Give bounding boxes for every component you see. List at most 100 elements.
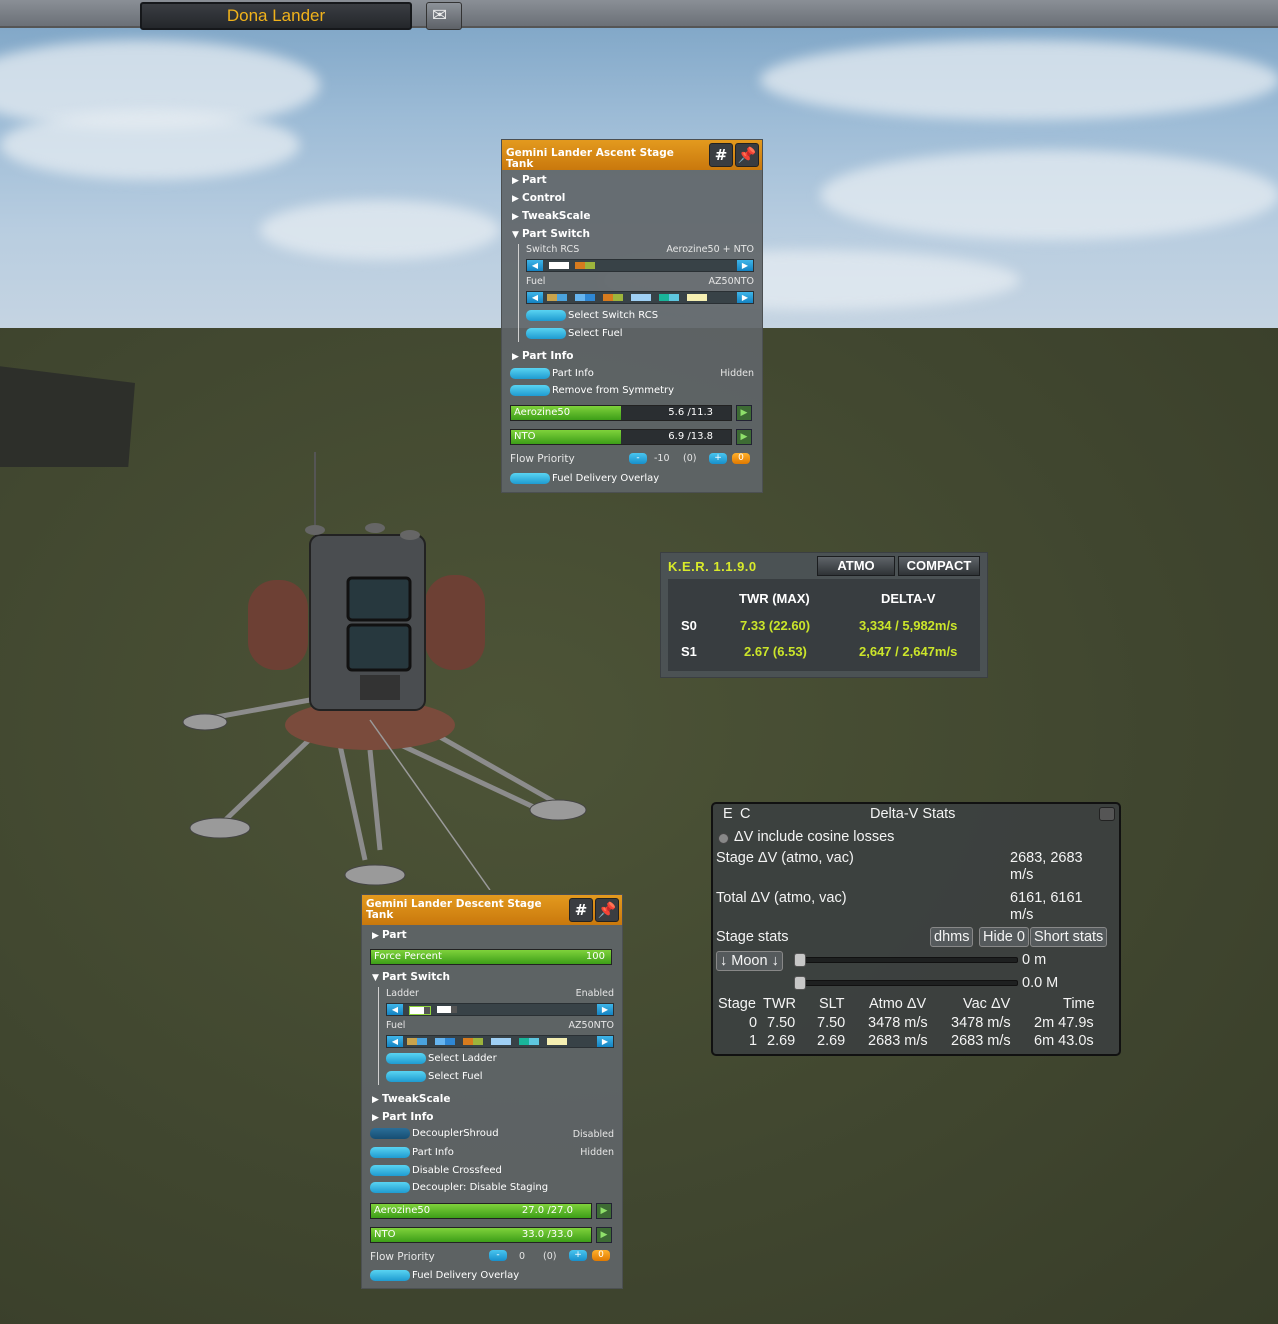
ladder-selector[interactable]: ◀ ▶ bbox=[386, 1003, 614, 1016]
table-header: Time bbox=[1063, 996, 1095, 1012]
fuel-option-swatch[interactable] bbox=[687, 294, 707, 301]
fuel-option-swatch[interactable] bbox=[519, 1038, 539, 1045]
select-switch-rcs-label: Select Switch RCS bbox=[568, 310, 659, 321]
transfer-play-icon[interactable]: ▶ bbox=[736, 429, 752, 445]
fuel-option-swatch[interactable] bbox=[491, 1038, 511, 1045]
part-info-button[interactable] bbox=[510, 368, 550, 379]
select-switch-rcs-button[interactable] bbox=[526, 310, 566, 321]
next-arrow-icon[interactable]: ▶ bbox=[737, 260, 753, 271]
select-ladder-button[interactable] bbox=[386, 1053, 426, 1064]
resource-bar-aerozine50[interactable]: Aerozine50 5.6 /11.3 bbox=[510, 405, 732, 421]
fuel-option-swatch[interactable] bbox=[547, 294, 567, 301]
vessel-name[interactable]: Dona Lander bbox=[140, 2, 412, 30]
ladder-option-swatch[interactable] bbox=[409, 1006, 431, 1015]
resource-amount: 33.0 /33.0 bbox=[521, 1229, 573, 1240]
section-control-label: Control bbox=[522, 192, 566, 204]
decoupler-shroud-button[interactable] bbox=[370, 1128, 410, 1139]
resource-bar-nto[interactable]: NTO 33.0 /33.0 bbox=[370, 1227, 592, 1243]
prev-arrow-icon[interactable]: ◀ bbox=[387, 1036, 403, 1047]
decoupler-disable-staging-button[interactable] bbox=[370, 1182, 410, 1193]
select-fuel-button[interactable] bbox=[386, 1071, 426, 1082]
section-tweakscale[interactable]: ▶ TweakScale bbox=[372, 1093, 451, 1105]
stage-twr: 2.67 (6.53) bbox=[744, 644, 807, 659]
prev-arrow-icon[interactable]: ◀ bbox=[527, 260, 543, 271]
section-part[interactable]: ▶ Part bbox=[512, 174, 547, 186]
fuel-option-swatch[interactable] bbox=[575, 294, 595, 301]
altitude-slider[interactable] bbox=[796, 957, 1018, 963]
section-part-switch[interactable]: ▼ Part Switch bbox=[512, 228, 590, 240]
collapse-toggle[interactable]: C bbox=[740, 806, 750, 822]
rcs-option-swatch[interactable] bbox=[575, 262, 595, 269]
hash-button[interactable]: # bbox=[569, 898, 593, 922]
lander-vessel[interactable] bbox=[170, 450, 600, 890]
prev-arrow-icon[interactable]: ◀ bbox=[527, 292, 543, 303]
fuel-overlay-label: Fuel Delivery Overlay bbox=[412, 1270, 520, 1281]
prev-arrow-icon[interactable]: ◀ bbox=[387, 1004, 403, 1015]
fuel-overlay-button[interactable] bbox=[370, 1270, 410, 1281]
section-part-label: Part bbox=[522, 174, 547, 186]
section-control[interactable]: ▶ Control bbox=[512, 192, 565, 204]
resource-bar-nto[interactable]: NTO 6.9 /13.8 bbox=[510, 429, 732, 445]
fuel-option-swatch[interactable] bbox=[435, 1038, 455, 1045]
resource-bar-aerozine50[interactable]: Aerozine50 27.0 /27.0 bbox=[370, 1203, 592, 1219]
force-percent-slider[interactable]: Force Percent 100 bbox=[370, 949, 612, 965]
paw-title-bar[interactable]: Gemini Lander Descent Stage Tank # 📌 bbox=[362, 895, 622, 925]
fuel-option-swatch[interactable] bbox=[547, 1038, 567, 1045]
fuel-selector[interactable]: ◀ ▶ bbox=[386, 1035, 614, 1048]
hide-zero-button[interactable]: Hide 0 bbox=[979, 927, 1029, 947]
next-arrow-icon[interactable]: ▶ bbox=[597, 1004, 613, 1015]
next-arrow-icon[interactable]: ▶ bbox=[737, 292, 753, 303]
flow-reset-button[interactable]: 0 bbox=[732, 453, 750, 464]
flow-priority-default: (0) bbox=[683, 453, 697, 464]
mach-slider-knob[interactable] bbox=[794, 976, 806, 990]
flow-plus-button[interactable]: + bbox=[569, 1250, 587, 1261]
altitude-slider-knob[interactable] bbox=[794, 953, 806, 967]
section-part-info[interactable]: ▶ Part Info bbox=[372, 1111, 434, 1123]
fuel-overlay-button[interactable] bbox=[510, 473, 550, 484]
compact-button[interactable]: COMPACT bbox=[898, 556, 980, 576]
select-fuel-button[interactable] bbox=[526, 328, 566, 339]
resource-name: NTO bbox=[514, 431, 536, 442]
expand-toggle[interactable]: E bbox=[723, 806, 733, 822]
transfer-play-icon[interactable]: ▶ bbox=[596, 1227, 612, 1243]
fuel-option-swatch[interactable] bbox=[463, 1038, 483, 1045]
ladder-option-swatch[interactable] bbox=[437, 1006, 457, 1013]
table-cell: 2.69 bbox=[767, 1033, 796, 1049]
fuel-option-swatch[interactable] bbox=[603, 294, 623, 301]
flow-minus-button[interactable]: - bbox=[629, 453, 647, 464]
section-part[interactable]: ▶ Part bbox=[372, 929, 407, 941]
flow-reset-button[interactable]: 0 bbox=[592, 1250, 610, 1261]
paw-title-bar[interactable]: Gemini Lander Ascent Stage Tank # 📌 bbox=[502, 140, 762, 170]
flow-plus-button[interactable]: + bbox=[709, 453, 727, 464]
table-cell: 3478 m/s bbox=[868, 1015, 928, 1031]
body-selector[interactable]: ↓ Moon ↓ bbox=[716, 951, 783, 971]
section-part-info[interactable]: ▶ Part Info bbox=[512, 350, 574, 362]
flow-minus-button[interactable]: - bbox=[489, 1250, 507, 1261]
part-info-button[interactable] bbox=[370, 1147, 410, 1158]
fuel-option-swatch[interactable] bbox=[659, 294, 679, 301]
switch-rcs-selector[interactable]: ◀ ▶ bbox=[526, 259, 754, 272]
dhms-button[interactable]: dhms bbox=[930, 927, 974, 947]
section-tweakscale-label: TweakScale bbox=[382, 1093, 451, 1105]
disable-crossfeed-button[interactable] bbox=[370, 1165, 410, 1176]
next-arrow-icon[interactable]: ▶ bbox=[597, 1036, 613, 1047]
mach-slider[interactable] bbox=[796, 980, 1018, 986]
rcs-option-swatch[interactable] bbox=[549, 262, 569, 269]
hash-button[interactable]: # bbox=[709, 143, 733, 167]
cosine-radio[interactable] bbox=[718, 833, 729, 844]
short-stats-button[interactable]: Short stats bbox=[1030, 927, 1108, 947]
pin-icon[interactable]: 📌 bbox=[735, 143, 759, 167]
fuel-selector[interactable]: ◀ ▶ bbox=[526, 291, 754, 304]
atmo-button[interactable]: ATMO bbox=[817, 556, 895, 576]
remove-symmetry-button[interactable] bbox=[510, 385, 550, 396]
close-icon[interactable] bbox=[1099, 807, 1115, 821]
section-tweakscale-label: TweakScale bbox=[522, 210, 591, 222]
fuel-option-swatch[interactable] bbox=[631, 294, 651, 301]
section-tweakscale[interactable]: ▶ TweakScale bbox=[512, 210, 591, 222]
transfer-play-icon[interactable]: ▶ bbox=[736, 405, 752, 421]
transfer-play-icon[interactable]: ▶ bbox=[596, 1203, 612, 1219]
section-part-switch[interactable]: ▼ Part Switch bbox=[372, 971, 450, 983]
pin-icon[interactable]: 📌 bbox=[595, 898, 619, 922]
mail-button[interactable]: ✉ bbox=[426, 2, 462, 30]
fuel-option-swatch[interactable] bbox=[407, 1038, 427, 1045]
